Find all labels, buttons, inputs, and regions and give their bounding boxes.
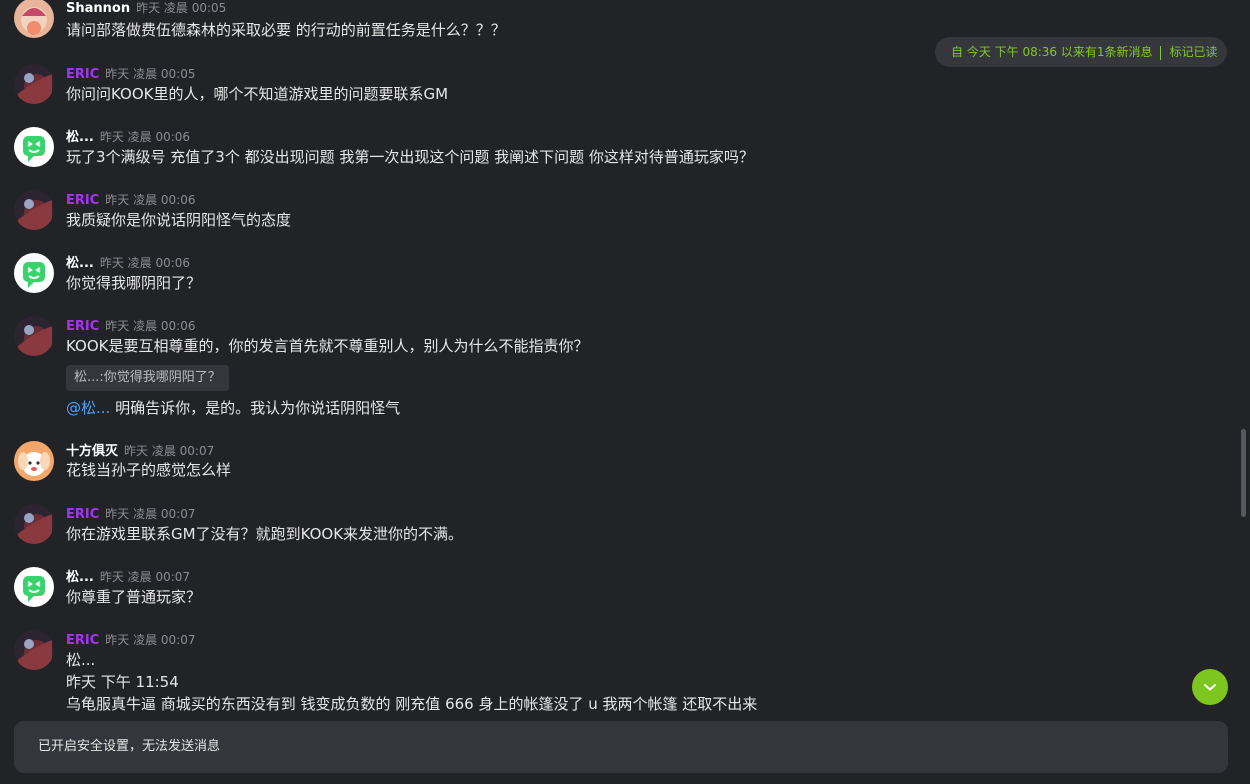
- message-text: 玩了3个满级号 充值了3个 都没出现问题 我第一次出现这个问题 我阐述下问题 你…: [66, 148, 754, 166]
- scrollbar-thumb[interactable]: [1241, 429, 1246, 517]
- avatar[interactable]: [14, 441, 54, 481]
- avatar[interactable]: [14, 630, 54, 670]
- avatar[interactable]: [14, 0, 54, 38]
- new-messages-text: 自 今天 下午 08:36 以来有1条新消息: [951, 45, 1153, 59]
- timestamp: 昨天 凌晨 00:07: [124, 444, 215, 458]
- message-text: 花钱当孙子的感觉怎么样: [66, 461, 232, 479]
- username[interactable]: Shannon: [66, 1, 130, 16]
- message-text: 我质疑你是你说话阴阳怪气的态度: [66, 211, 292, 229]
- username[interactable]: 十方俱灭: [66, 444, 118, 459]
- input-status: 已开启安全设置，无法发送消息: [38, 739, 221, 754]
- reply-text: @松... 明确告诉你，是的。我认为你说话阴阳怪气: [66, 397, 400, 419]
- username[interactable]: ERIC: [66, 507, 99, 522]
- message-list[interactable]: Shannon 昨天 凌晨 00:05 请问部落做费伍德森林的采取必要 的行动的前…: [0, 0, 1236, 712]
- avatar[interactable]: [14, 64, 54, 104]
- username[interactable]: 松...: [66, 570, 94, 585]
- username[interactable]: 松...: [66, 256, 94, 271]
- timestamp: 昨天 凌晨 00:06: [105, 319, 196, 333]
- timestamp: 昨天 凌晨 00:05: [136, 1, 227, 15]
- message-text: 你在游戏里联系GM了没有？就跑到KOOK来发泄你的不满。: [66, 525, 464, 543]
- reply-body: 明确告诉你，是的。我认为你说话阴阳怪气: [110, 399, 401, 417]
- jump-to-latest-button[interactable]: [1192, 669, 1228, 705]
- message-text: 你尊重了普通玩家？: [66, 588, 202, 606]
- timestamp: 昨天 凌晨 00:06: [99, 256, 191, 270]
- timestamp: 昨天 凌晨 00:07: [99, 570, 191, 584]
- message-text: KOOK是要互相尊重的，你的发言首先就不尊重别人，别人为什么不能指责你？: [66, 337, 589, 355]
- username[interactable]: ERIC: [66, 67, 99, 82]
- avatar[interactable]: [14, 316, 54, 356]
- username[interactable]: ERIC: [66, 633, 99, 648]
- message-text: 请问部落做费伍德森林的采取必要 的行动的前置任务是什么？？？: [66, 21, 506, 39]
- message-text-line: 昨天 下午 11:54: [66, 673, 179, 691]
- quoted-message[interactable]: 松...:你觉得我哪阴阳了？: [66, 365, 229, 391]
- message-text-line: 松...: [66, 651, 96, 669]
- timestamp: 昨天 凌晨 00:07: [105, 507, 196, 521]
- username[interactable]: ERIC: [66, 319, 99, 334]
- message-input-bar[interactable]: 已开启安全设置，无法发送消息: [14, 721, 1228, 773]
- chevron-down-icon: [1204, 684, 1216, 691]
- divider: [1160, 45, 1162, 60]
- avatar[interactable]: [14, 504, 54, 544]
- mark-read-button[interactable]: 标记已读: [1169, 45, 1217, 59]
- username[interactable]: ERIC: [66, 193, 99, 208]
- timestamp: 昨天 凌晨 00:05: [105, 67, 196, 81]
- username[interactable]: 松...: [66, 130, 94, 145]
- scrollbar[interactable]: [1238, 0, 1250, 712]
- timestamp: 昨天 凌晨 00:07: [105, 633, 196, 647]
- timestamp: 昨天 凌晨 00:06: [105, 193, 196, 207]
- timestamp: 昨天 凌晨 00:06: [99, 130, 191, 144]
- message-text: 你觉得我哪阴阳了？: [66, 274, 202, 292]
- message-text-line: 乌龟服真牛逼 商城买的东西没有到 钱变成负数的 刚充值 666 身上的帐篷没了 …: [66, 695, 758, 712]
- avatar[interactable]: [14, 190, 54, 230]
- new-messages-banner[interactable]: 自 今天 下午 08:36 以来有1条新消息 标记已读: [935, 37, 1227, 67]
- avatar[interactable]: [14, 567, 54, 607]
- avatar[interactable]: [14, 253, 54, 293]
- message-text: 你问问KOOK里的人，哪个不知道游戏里的问题要联系GM: [66, 85, 449, 103]
- user-mention[interactable]: @松...: [66, 399, 110, 417]
- avatar[interactable]: [14, 127, 54, 167]
